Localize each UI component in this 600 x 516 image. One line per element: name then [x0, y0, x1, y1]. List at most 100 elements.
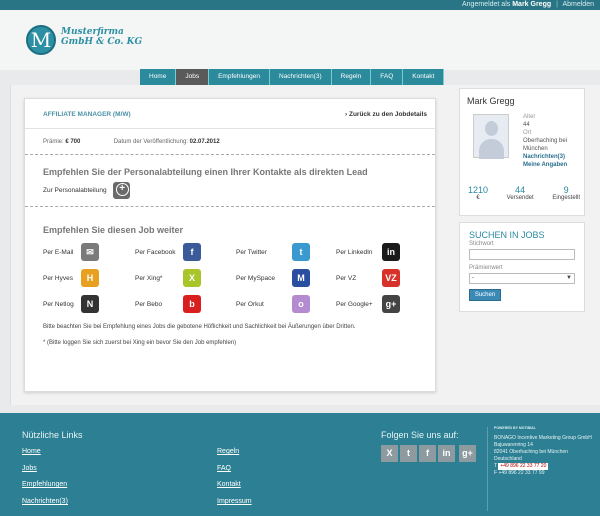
share-section: Empfehlen Sie diesen Job weiter Per E-Ma… — [25, 207, 435, 346]
nav-nachrichten[interactable]: Nachrichten(3) — [270, 69, 332, 85]
footer-link-faq[interactable]: FAQ — [217, 465, 231, 472]
profile-name: Mark Gregg — [467, 96, 515, 106]
footer-link-impressum[interactable]: Impressum — [217, 498, 252, 505]
back-link-label: Zurück zu den Jobdetails — [348, 111, 427, 118]
profile-box: Mark Gregg Alter 44 Ort Oberhaching bei … — [459, 88, 585, 216]
fax-number: +49 896 22 33 77 99 — [498, 470, 545, 476]
address-phone: T +49 896 22 33 77 20 — [494, 463, 594, 470]
share-item-myspace[interactable]: Per MySpace M — [236, 268, 336, 288]
phone-prefix: T — [494, 463, 497, 469]
google-plus-icon[interactable]: g+ — [382, 295, 400, 313]
logo-text[interactable]: Musterfirma GmbH & Co. KG — [61, 27, 142, 47]
footer-link-regeln[interactable]: Regeln — [217, 448, 239, 455]
share-item-facebook[interactable]: Per Facebook f — [135, 242, 236, 262]
share-item-vz[interactable]: Per VZ VZ — [336, 268, 431, 288]
stat-hired-value: 9 — [563, 185, 569, 195]
footer-link-home[interactable]: Home — [22, 448, 41, 455]
share-label: Per Netlog — [43, 300, 74, 308]
netlog-icon[interactable]: N — [81, 295, 99, 313]
linkedin-icon[interactable]: in — [382, 243, 400, 261]
place-value: Oberhaching bei München — [523, 138, 568, 152]
nav-home[interactable]: Home — [140, 69, 177, 85]
fax-prefix: F — [494, 470, 498, 476]
lead-title: Empfehlen Sie der Personalabteilung eine… — [43, 167, 368, 177]
premium-label: Prämienwert — [469, 265, 503, 271]
stat-sent-label: Versendet — [506, 195, 534, 201]
messages-link[interactable]: Nachrichten(3) — [523, 153, 584, 161]
nav-faq[interactable]: FAQ — [371, 69, 404, 85]
follow-us-title: Folgen Sie uns auf: — [381, 430, 459, 440]
share-item-bebo[interactable]: Per Bebo b — [135, 294, 236, 314]
add-lead-button[interactable] — [112, 182, 130, 199]
myspace-icon[interactable]: M — [292, 269, 310, 287]
premium-select-value: - — [472, 275, 474, 281]
xing-icon[interactable]: X — [183, 269, 201, 287]
back-to-job-details-link[interactable]: › Zurück zu den Jobdetails — [345, 111, 427, 118]
share-label: Per VZ — [336, 274, 357, 282]
orkut-icon[interactable]: o — [292, 295, 310, 313]
lead-section: Empfehlen Sie der Personalabteilung eine… — [25, 155, 435, 207]
footer-link-empfehlungen[interactable]: Empfehlungen — [22, 481, 67, 488]
footer-link-nachrichten[interactable]: Nachrichten(3) — [22, 498, 68, 505]
stat-sent-value: 44 — [515, 185, 526, 195]
share-label: Per Google+ — [336, 300, 373, 308]
share-label: Per MySpace — [236, 274, 276, 282]
mail-icon[interactable]: ✉ — [81, 243, 99, 261]
avatar[interactable] — [473, 114, 509, 159]
hyves-icon[interactable]: H — [81, 269, 99, 287]
xing-note: * (Bitte loggen Sie sich zuerst bei Xing… — [43, 340, 237, 346]
logout-link[interactable]: Abmelden — [562, 1, 594, 8]
age-value: 44 — [523, 122, 530, 128]
stat-euro-label: € — [476, 195, 480, 201]
share-label: Per Hyves — [43, 274, 73, 282]
nav-jobs[interactable]: Jobs — [176, 69, 210, 85]
share-item-mail[interactable]: Per E-Mail ✉ — [43, 242, 135, 262]
premium-select[interactable]: - ▼ — [469, 273, 575, 284]
linkedin-icon[interactable]: in — [438, 445, 455, 462]
share-item-hyves[interactable]: Per Hyves H — [43, 268, 135, 288]
share-label: Per Facebook — [135, 248, 176, 256]
logged-in-label: Angemeldet als — [462, 1, 511, 8]
nav-empfehlungen[interactable]: Empfehlungen — [209, 69, 270, 85]
share-label: Per E-Mail — [43, 248, 74, 256]
stat-hired: 9 Eingestellt — [552, 185, 580, 201]
footer-link-kontakt[interactable]: Kontakt — [217, 481, 241, 488]
facebook-icon[interactable]: f — [183, 243, 201, 261]
share-item-google-plus[interactable]: Per Google+ g+ — [336, 294, 431, 314]
share-item-twitter[interactable]: Per Twitter t — [236, 242, 336, 262]
facebook-icon[interactable]: f — [419, 445, 436, 462]
phone-number[interactable]: +49 896 22 33 77 20 — [498, 463, 549, 470]
social-icons: Xt f in g+ — [381, 445, 481, 465]
useful-links-title: Nützliche Links — [22, 430, 83, 440]
address-street: Bajuwarenring 14 — [494, 442, 533, 448]
share-item-linkedin[interactable]: Per LinkedIn in — [336, 242, 431, 262]
logged-in-user[interactable]: Mark Gregg — [512, 1, 551, 8]
logo-icon[interactable]: M — [26, 25, 56, 55]
google-plus-icon[interactable]: g+ — [458, 445, 476, 462]
my-data-link[interactable]: Meine Angaben — [523, 161, 584, 169]
separator: | — [556, 1, 558, 8]
praemie-value: € 700 — [65, 139, 81, 145]
job-meta: Prämie: € 700 Datum der Veröffentlichung… — [25, 129, 435, 155]
share-note: Bitte beachten Sie bei Empfehlung eines … — [43, 324, 356, 330]
footer-link-jobs[interactable]: Jobs — [22, 465, 37, 472]
xing-icon[interactable]: X — [381, 445, 398, 462]
chevron-down-icon: ▼ — [566, 275, 572, 281]
nav-regeln[interactable]: Regeln — [331, 69, 372, 85]
address-fax: F +49 896 22 33 77 99 — [494, 470, 594, 477]
keyword-label: Stichwort — [469, 241, 494, 247]
twitter-icon[interactable]: t — [400, 445, 417, 462]
share-item-orkut[interactable]: Per Orkut o — [236, 294, 336, 314]
lead-label: Zur Personalabteilung — [43, 187, 107, 194]
bebo-icon[interactable]: b — [183, 295, 201, 313]
vz-icon[interactable]: VZ — [382, 269, 400, 287]
footer: Nützliche Links Home Jobs Empfehlungen N… — [0, 413, 600, 516]
search-button[interactable]: Suchen — [469, 289, 501, 301]
job-share-panel: AFFILIATE MANAGER (M/W) › Zurück zu den … — [24, 98, 436, 392]
share-item-xing[interactable]: Per Xing* X — [135, 268, 236, 288]
share-item-netlog[interactable]: Per Netlog N — [43, 294, 135, 314]
nav-kontakt[interactable]: Kontakt — [403, 69, 445, 85]
twitter-icon[interactable]: t — [292, 243, 310, 261]
keyword-input[interactable] — [469, 249, 575, 260]
praemie-label: Prämie: — [43, 139, 64, 145]
